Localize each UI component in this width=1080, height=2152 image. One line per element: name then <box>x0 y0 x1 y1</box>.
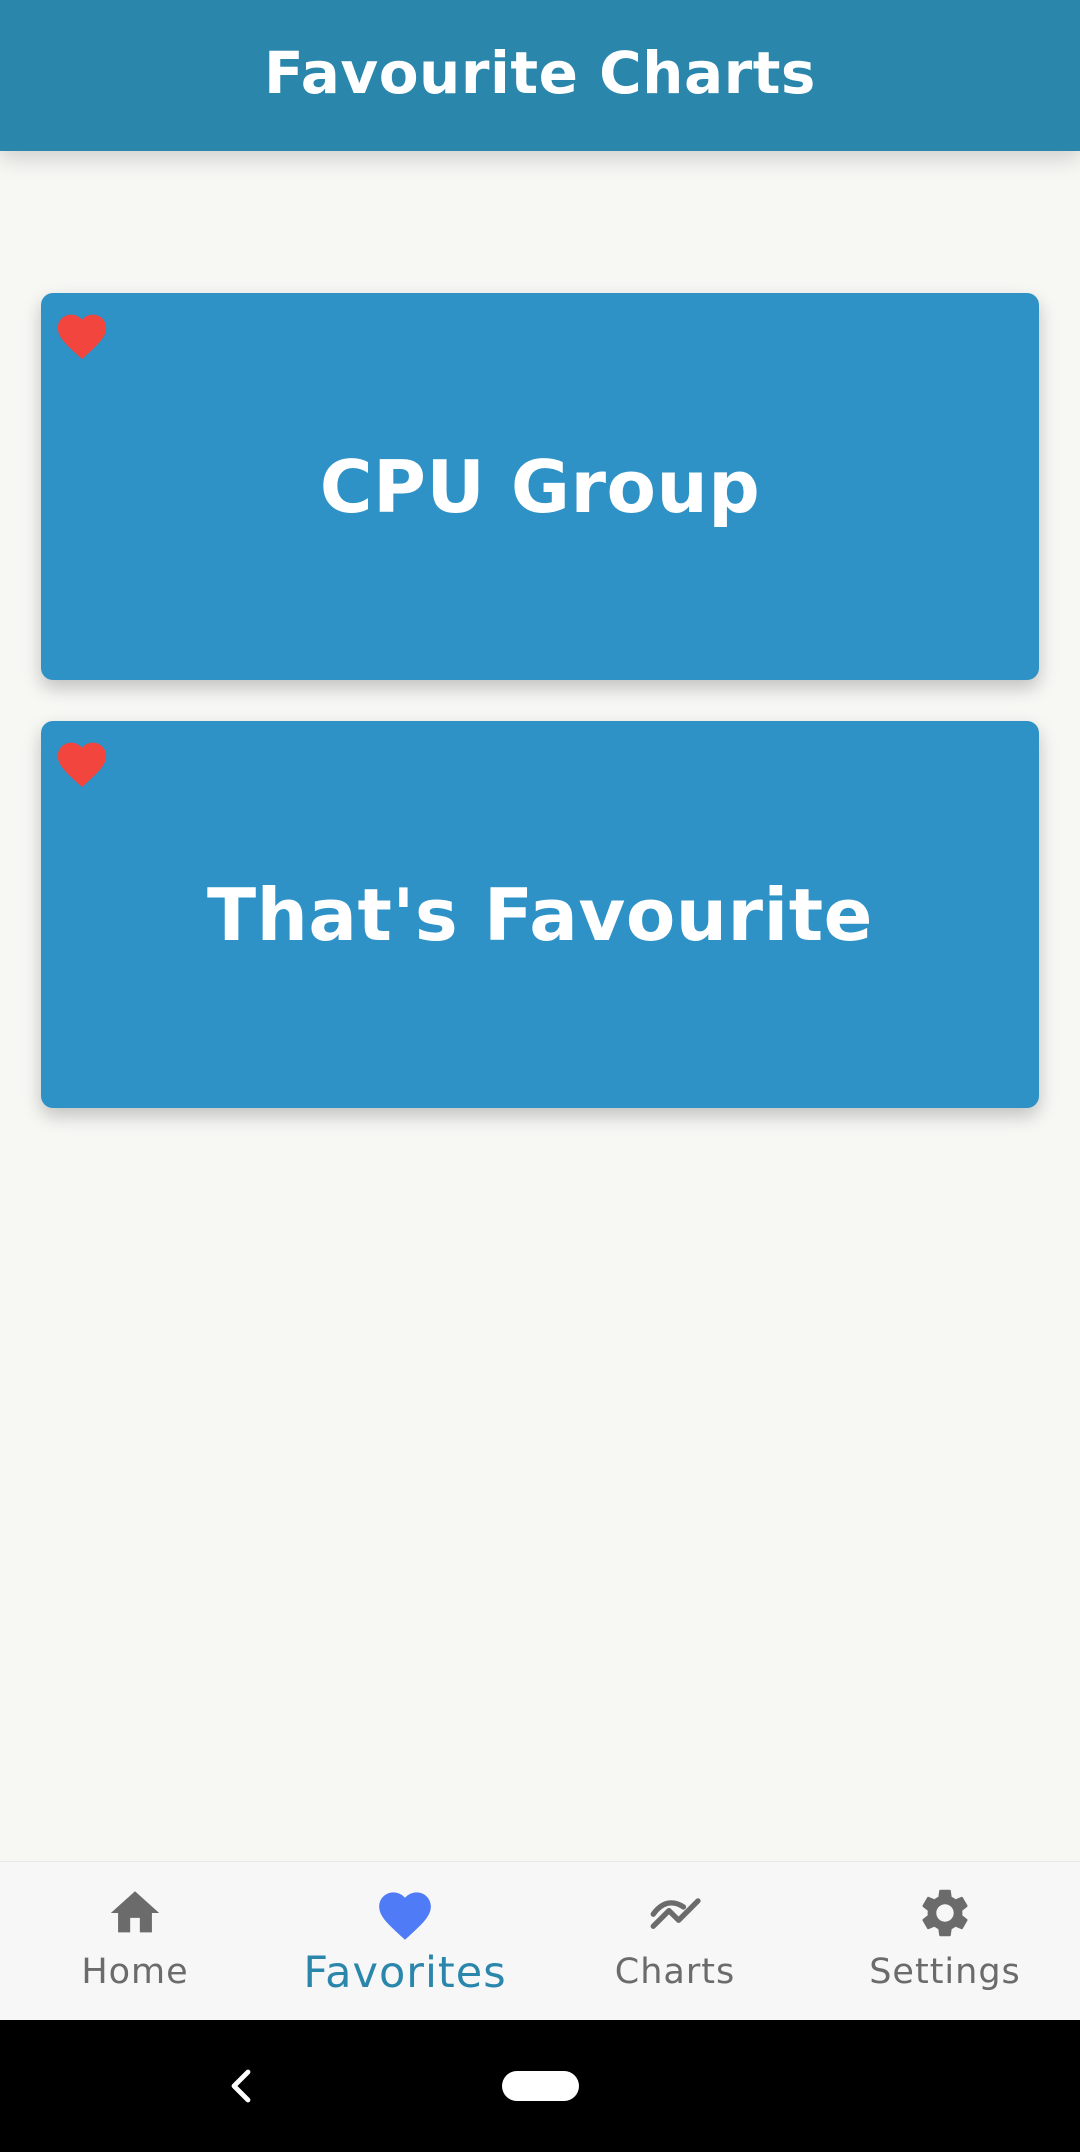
nav-label: Home <box>81 1952 189 1992</box>
nav-item-home[interactable]: Home <box>0 1862 270 2020</box>
favorites-list: CPU Group That's Favourite <box>0 151 1080 1861</box>
home-icon <box>110 1891 160 1933</box>
system-navigation-bar <box>0 2020 1080 2152</box>
nav-label: Favorites <box>303 1948 507 1998</box>
card-title: That's Favourite <box>207 872 873 957</box>
card-title: CPU Group <box>319 444 761 529</box>
nav-label: Settings <box>869 1952 1021 1992</box>
gear-icon <box>922 1889 968 1937</box>
back-chevron-icon[interactable] <box>222 2066 262 2106</box>
app-screen: Favourite Charts CPU Group That's Favour… <box>0 0 1080 2152</box>
heart-icon[interactable] <box>53 307 111 361</box>
app-bar: Favourite Charts <box>0 0 1080 151</box>
home-pill-icon[interactable] <box>502 2071 579 2101</box>
chart-line-icon <box>650 1898 701 1929</box>
nav-item-settings[interactable]: Settings <box>810 1862 1080 2020</box>
heart-icon <box>379 1892 431 1940</box>
page-title: Favourite Charts <box>264 38 816 107</box>
nav-item-charts[interactable]: Charts <box>540 1862 810 2020</box>
favorite-card-thats-favourite[interactable]: That's Favourite <box>41 721 1039 1108</box>
bottom-navigation: Home Favorites Charts Settings <box>0 1861 1080 2020</box>
nav-label: Charts <box>614 1952 736 1992</box>
nav-item-favorites[interactable]: Favorites <box>270 1862 540 2020</box>
favorite-card-cpu-group[interactable]: CPU Group <box>41 293 1039 680</box>
heart-icon[interactable] <box>53 735 111 789</box>
